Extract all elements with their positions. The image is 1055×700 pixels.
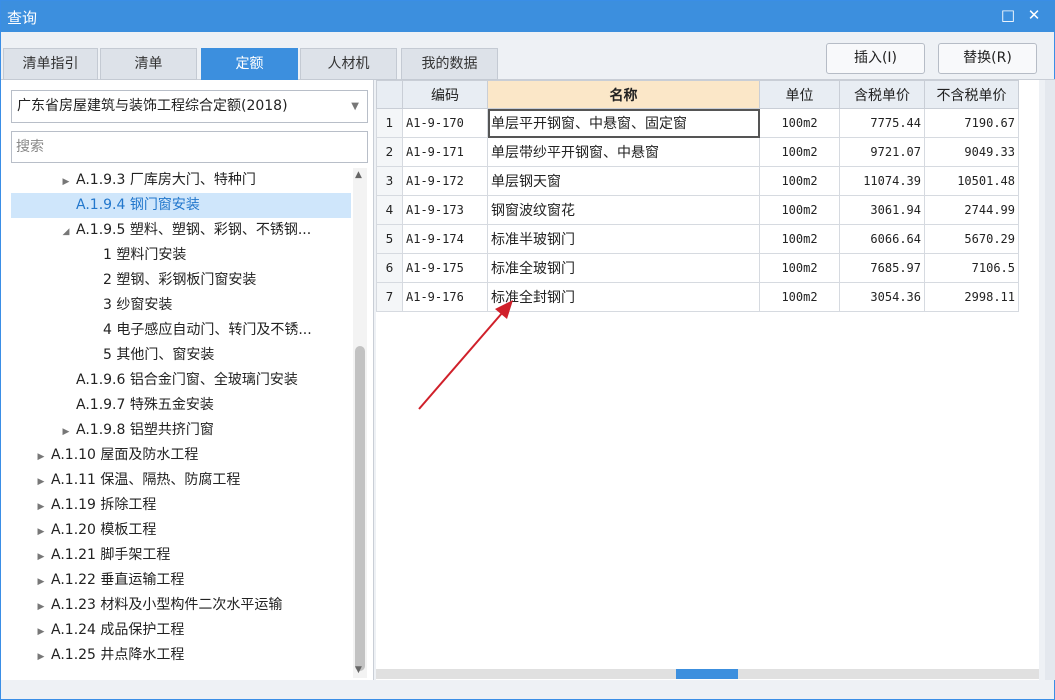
tab-labor-material-machine[interactable]: 人材机 xyxy=(300,48,397,80)
scrollbar-thumb[interactable] xyxy=(355,346,365,671)
window-title: 查询 xyxy=(7,9,38,27)
arrow-shaft xyxy=(418,304,510,410)
col-code-header[interactable]: 编码 xyxy=(402,80,488,109)
quota-tree: ▶ A.1.9.3 厂库房大门、特种门 A.1.9.4 钢门窗安装 ◢ A.1.9.… xyxy=(1,168,351,678)
left-panel: 广东省房屋建筑与装饰工程综合定额(2018) ▼ ▶A.1.9.3 厂库房大门、… xyxy=(1,80,374,680)
insert-button[interactable]: 插入(I) xyxy=(826,43,925,74)
tree-item[interactable]: ▶ A.1.25 井点降水工程 xyxy=(11,643,351,668)
tree-item[interactable]: ▶ A.1.9.3 厂库房大门、特种门 xyxy=(11,168,351,193)
title-bar: 查询 □ ✕ xyxy=(1,1,1055,32)
expand-icon[interactable]: ▶ xyxy=(56,420,76,445)
tree-scrollbar[interactable]: ▲ ▼ xyxy=(353,168,367,678)
scroll-down-icon[interactable]: ▼ xyxy=(355,665,362,675)
table-row[interactable]: 1 A1-9-170 单层平开钢窗、中悬窗、固定窗 100m2 7775.44 … xyxy=(376,108,1019,138)
tree-item[interactable]: ▶ A.1.9.8 铝塑共挤门窗 xyxy=(11,418,351,443)
quota-library-value: 广东省房屋建筑与装饰工程综合定额(2018) xyxy=(17,98,288,114)
tab-quota[interactable]: 定额 xyxy=(201,48,298,80)
tree-item[interactable]: A.1.9.7 特殊五金安装 xyxy=(11,393,351,418)
tree-item[interactable]: ▶ A.1.20 模板工程 xyxy=(11,518,351,543)
scroll-up-icon[interactable]: ▲ xyxy=(355,170,362,180)
search-input[interactable] xyxy=(11,131,368,163)
quota-library-select[interactable]: 广东省房屋建筑与装饰工程综合定额(2018) ▼ xyxy=(11,90,368,123)
expand-icon[interactable]: ▶ xyxy=(31,620,51,645)
tree-item[interactable]: ▶ A.1.22 垂直运输工程 xyxy=(11,568,351,593)
splitter-grip[interactable] xyxy=(676,669,738,679)
close-icon[interactable]: ✕ xyxy=(1023,4,1045,26)
expand-icon[interactable]: ▶ xyxy=(31,645,51,670)
tree-item[interactable]: ▶ A.1.21 脚手架工程 xyxy=(11,543,351,568)
annotation-arrow-icon xyxy=(418,300,513,410)
arrow-head xyxy=(495,300,513,319)
table-header-row: 编码 名称 单位 含税单价 不含税单价 xyxy=(376,80,1019,109)
tree-item[interactable]: 5 其他门、窗安装 xyxy=(11,343,351,368)
maximize-icon[interactable]: □ xyxy=(997,4,1019,26)
tree-item[interactable]: ▶ A.1.10 屋面及防水工程 xyxy=(11,443,351,468)
tree-item[interactable]: ▶ A.1.23 材料及小型构件二次水平运输 xyxy=(11,593,351,618)
tree-item[interactable]: ▶ A.1.19 拆除工程 xyxy=(11,493,351,518)
col-notax-price-header[interactable]: 不含税单价 xyxy=(924,80,1019,109)
quota-table: 编码 名称 单位 含税单价 不含税单价 1 A1-9-170 单层平开钢窗、中悬… xyxy=(376,80,1019,312)
expand-icon[interactable]: ▶ xyxy=(31,445,51,470)
tree-item[interactable]: 1 塑料门安装 xyxy=(11,243,351,268)
table-row[interactable]: 4 A1-9-173 钢窗波纹窗花 100m2 3061.94 2744.99 xyxy=(376,195,1019,225)
col-index-header xyxy=(376,80,403,109)
expand-icon[interactable]: ▶ xyxy=(31,495,51,520)
tab-list-guide[interactable]: 清单指引 xyxy=(3,48,98,80)
tree-item[interactable]: ▶ A.1.24 成品保护工程 xyxy=(11,618,351,643)
table-row[interactable]: 5 A1-9-174 标准半玻钢门 100m2 6066.64 5670.29 xyxy=(376,224,1019,254)
query-dialog: 查询 □ ✕ 清单指引 清单 定额 人材机 我的数据 插入(I) 替换(R) 广… xyxy=(0,0,1055,700)
col-unit-header[interactable]: 单位 xyxy=(759,80,840,109)
replace-button[interactable]: 替换(R) xyxy=(938,43,1037,74)
grid-horizontal-scrollbar[interactable] xyxy=(376,669,1039,679)
tree-item[interactable]: A.1.9.6 铝合金门窗、全玻璃门安装 xyxy=(11,368,351,393)
expand-icon[interactable]: ▶ xyxy=(31,570,51,595)
table-row[interactable]: 6 A1-9-175 标准全玻钢门 100m2 7685.97 7106.5 xyxy=(376,253,1019,283)
tree-item[interactable]: 4 电子感应自动门、转门及不锈... xyxy=(11,318,351,343)
tree-item[interactable]: 3 纱窗安装 xyxy=(11,293,351,318)
tab-bill[interactable]: 清单 xyxy=(100,48,197,80)
tree-item[interactable]: ▶ A.1.11 保温、隔热、防腐工程 xyxy=(11,468,351,493)
tab-my-data[interactable]: 我的数据 xyxy=(401,48,498,80)
col-name-header[interactable]: 名称 xyxy=(487,80,760,109)
expand-icon[interactable]: ▶ xyxy=(31,595,51,620)
col-tax-price-header[interactable]: 含税单价 xyxy=(839,80,925,109)
expand-icon[interactable]: ▶ xyxy=(31,545,51,570)
tree-item-selected[interactable]: A.1.9.4 钢门窗安装 xyxy=(11,193,351,218)
chevron-down-icon[interactable]: ▼ xyxy=(351,91,359,122)
expand-icon[interactable]: ▶ xyxy=(31,520,51,545)
table-row[interactable]: 3 A1-9-172 单层钢天窗 100m2 11074.39 10501.48 xyxy=(376,166,1019,196)
tree-item[interactable]: 2 塑钢、彩钢板门窗安装 xyxy=(11,268,351,293)
collapse-icon[interactable]: ◢ xyxy=(56,220,76,245)
table-row[interactable]: 2 A1-9-171 单层带纱平开钢窗、中悬窗 100m2 9721.07 90… xyxy=(376,137,1019,167)
tree-item[interactable]: ◢ A.1.9.5 塑料、塑钢、彩钢、不锈钢... xyxy=(11,218,351,243)
window-edge xyxy=(1045,80,1055,680)
expand-icon[interactable]: ▶ xyxy=(31,470,51,495)
expand-icon[interactable]: ▶ xyxy=(56,170,76,195)
